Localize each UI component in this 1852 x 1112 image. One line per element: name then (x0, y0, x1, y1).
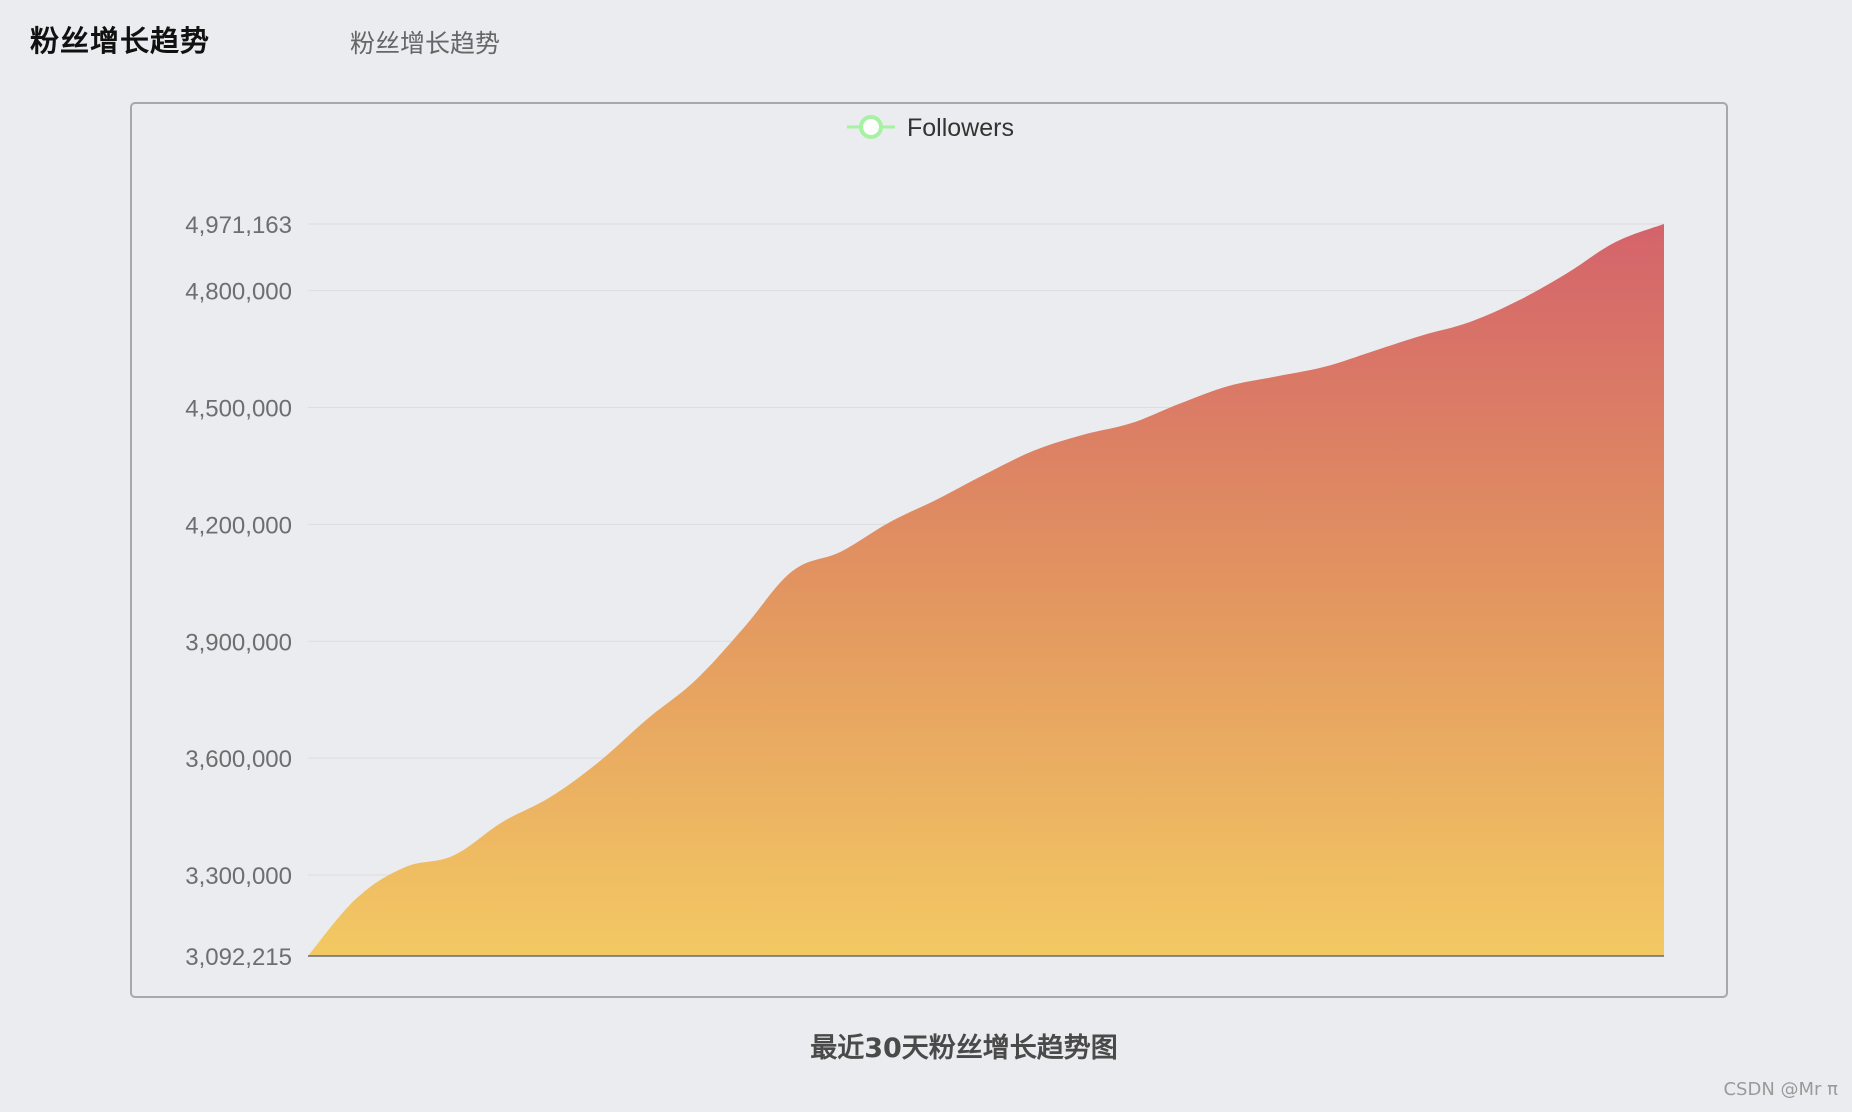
watermark: CSDN @Mr π (1723, 1079, 1838, 1100)
y-tick-label: 3,600,000 (185, 746, 292, 773)
y-tick-label: 3,092,215 (185, 944, 292, 971)
y-tick-label: 4,200,000 (185, 512, 292, 539)
y-tick-label: 3,300,000 (185, 863, 292, 890)
followers-area-chart: 3,092,215 3,300,000 3,600,000 3,900,000 4,20… (185, 114, 1664, 971)
y-tick-label: 4,500,000 (185, 396, 292, 423)
legend-marker-icon[interactable] (859, 115, 883, 139)
y-tick-label: 3,900,000 (185, 629, 292, 656)
chart-caption: 最近30天粉丝增长趋势图 (810, 1033, 1118, 1064)
legend-label[interactable]: Followers (907, 114, 1014, 142)
y-tick-label: 4,971,163 (185, 212, 292, 239)
followers-area (308, 224, 1664, 956)
y-tick-label: 4,800,000 (185, 279, 292, 306)
